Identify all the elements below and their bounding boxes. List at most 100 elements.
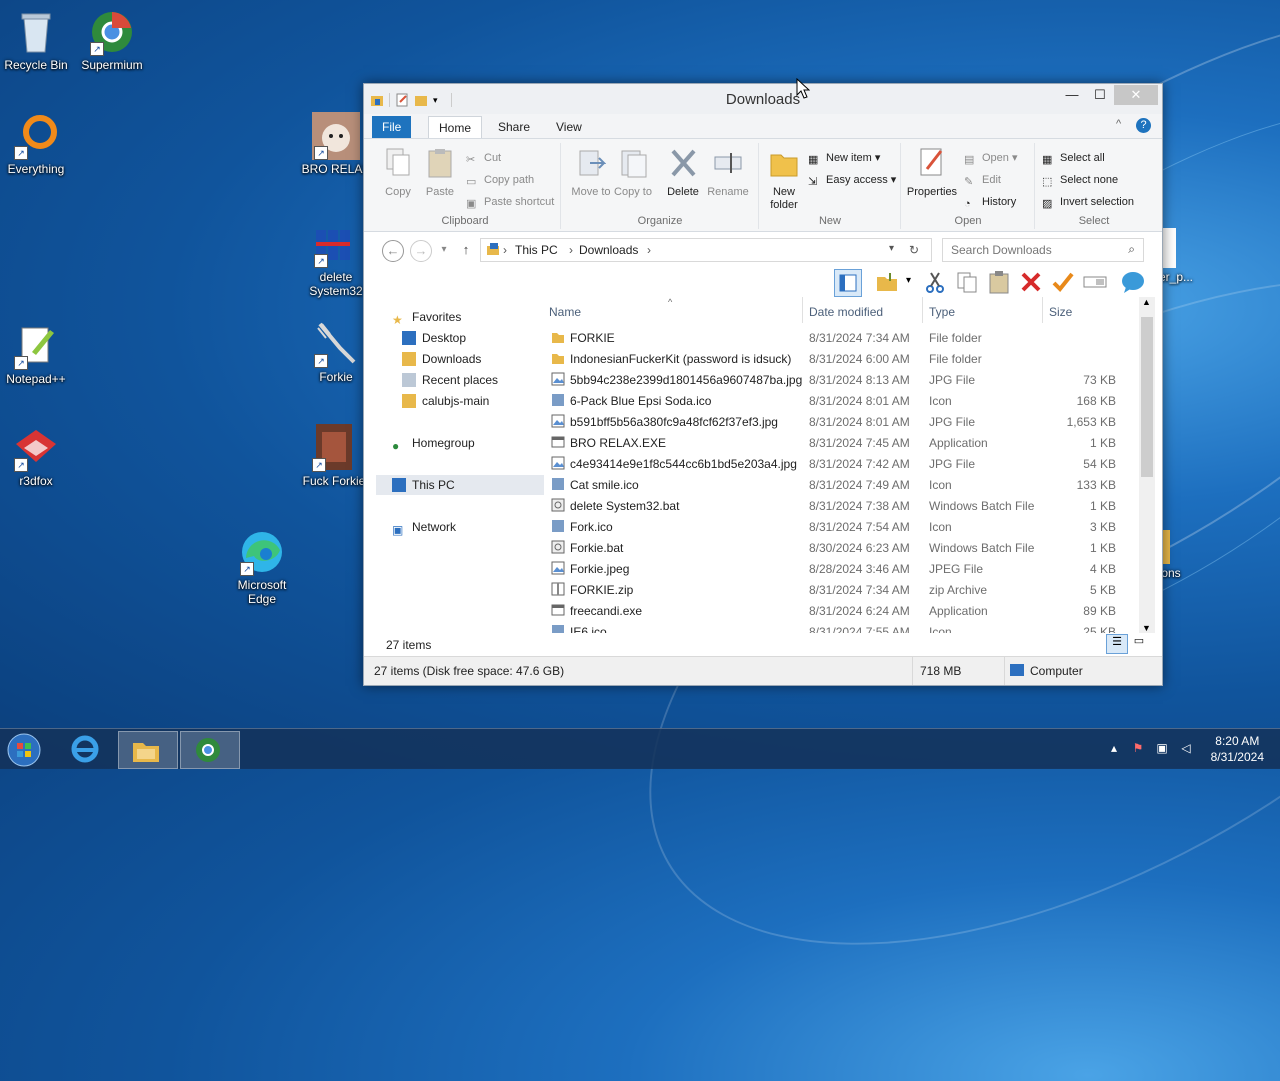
delete-x-red-icon[interactable] [1018, 269, 1044, 295]
taskbar-ie[interactable] [58, 731, 116, 767]
breadcrumb-downloads[interactable]: Downloads [579, 243, 638, 257]
desktop-icon-edge[interactable]: ↗ Microsoft Edge [226, 528, 298, 606]
copy-to-button[interactable]: Copy to [612, 147, 654, 199]
table-row[interactable]: FORKIE 8/31/2024 7:34 AM File folder [544, 327, 1138, 348]
system-clock[interactable]: 8:20 AM 8/31/2024 [1211, 733, 1264, 765]
column-header-name[interactable]: Name [549, 305, 581, 319]
back-button[interactable]: ← [382, 240, 404, 262]
nav-calubjs-main[interactable]: calubjs-main [402, 391, 528, 411]
invert-selection-button[interactable]: ▨ Invert selection [1042, 193, 1134, 211]
move-to-button[interactable]: Move to [570, 147, 612, 199]
table-row[interactable]: Cat smile.ico 8/31/2024 7:49 AM Icon 133 KB [544, 474, 1138, 495]
column-header-size[interactable]: Size [1049, 305, 1072, 319]
maximize-button[interactable]: ☐ [1086, 85, 1114, 105]
close-button[interactable]: ✕ [1114, 85, 1158, 105]
scroll-up-icon[interactable]: ▲ [1142, 297, 1151, 307]
details-view-icon[interactable]: ☰ [1106, 634, 1128, 654]
nav-network[interactable]: ▣ Network [392, 517, 528, 537]
copy-icon[interactable] [954, 269, 980, 295]
desktop-icon-bro-relax[interactable]: ↗ BRO RELAX [300, 112, 372, 176]
checkmark-icon[interactable] [1050, 269, 1076, 295]
properties-button[interactable]: Properties [906, 147, 958, 199]
desktop-icon-fuck-forkie[interactable]: ↗ Fuck Forkie [298, 424, 370, 488]
nav-favorites[interactable]: ★ Favorites [392, 307, 528, 327]
open-button[interactable]: ▤ Open ▾ [964, 149, 1018, 167]
desktop-icon-recycle-bin[interactable]: Recycle Bin [0, 8, 72, 72]
nav-recent-places[interactable]: Recent places [402, 370, 528, 390]
column-header-date[interactable]: Date modified [809, 305, 883, 319]
table-row[interactable]: Forkie.bat 8/30/2024 6:23 AM Windows Batch… [544, 537, 1138, 558]
large-icons-view-icon[interactable]: ▭ [1130, 634, 1148, 652]
nav-desktop[interactable]: Desktop [402, 328, 528, 348]
preview-pane-icon[interactable] [834, 269, 862, 297]
volume-muted-icon[interactable]: ◁ [1178, 741, 1194, 757]
table-row[interactable]: b591bff5b56a380fc9a48fcf62f37ef3.jpg 8/31… [544, 411, 1138, 432]
table-row[interactable]: Fork.ico 8/31/2024 7:54 AM Icon 3 KB [544, 516, 1138, 537]
forward-button[interactable]: → [410, 240, 432, 262]
rename-box-icon[interactable] [1082, 269, 1108, 295]
table-row[interactable]: IE6.ico 8/31/2024 7:55 AM Icon 25 KB [544, 621, 1138, 633]
table-row[interactable]: 5bb94c238e2399d1801456a9607487ba.jpg 8/31… [544, 369, 1138, 390]
scroll-down-icon[interactable]: ▼ [1142, 623, 1151, 633]
select-none-button[interactable]: ⬚ Select none [1042, 171, 1118, 189]
desktop-icon-notepadpp[interactable]: ↗ Notepad++ [0, 322, 72, 386]
clipboard-icon[interactable] [986, 269, 1012, 295]
copy-path-button[interactable]: ▭ Copy path [466, 171, 534, 189]
rename-button[interactable]: Rename [706, 147, 750, 199]
network-tray-icon[interactable]: ▣ [1154, 741, 1170, 757]
paste-button[interactable]: Paste [420, 147, 460, 199]
new-folder-button[interactable]: New folder [764, 147, 804, 212]
desktop-icon-everything[interactable]: ↗ Everything [0, 112, 72, 176]
up-button[interactable]: ↑ [456, 240, 476, 260]
collapse-ribbon-icon[interactable]: ^ [1116, 118, 1121, 130]
nav-homegroup[interactable]: ● Homegroup [392, 433, 528, 453]
paste-shortcut-button[interactable]: ▣ Paste shortcut [466, 193, 554, 211]
desktop-icon-r3dfox[interactable]: ↗ r3dfox [0, 424, 72, 488]
table-row[interactable]: delete System32.bat 8/31/2024 7:38 AM Wind… [544, 495, 1138, 516]
tab-home[interactable]: Home [428, 116, 483, 139]
address-bar[interactable]: › This PC › Downloads › ▾ ↻ [480, 238, 932, 262]
history-button[interactable]: ◔ History [964, 193, 1016, 211]
desktop-icon-forkie[interactable]: ↗ Forkie [300, 320, 372, 384]
scrollbar-thumb[interactable] [1141, 317, 1153, 477]
cut-button[interactable]: ✂ Cut [466, 149, 501, 167]
tab-share[interactable]: Share [488, 116, 540, 138]
start-button[interactable] [0, 731, 50, 767]
search-box[interactable]: Search Downloads ⌕ [942, 238, 1144, 262]
recent-locations-button[interactable]: ▾ [434, 240, 454, 260]
edit-button[interactable]: ✎ Edit [964, 171, 1001, 189]
table-row[interactable]: 6-Pack Blue Epsi Soda.ico 8/31/2024 8:01 … [544, 390, 1138, 411]
delete-button[interactable]: Delete [662, 147, 704, 199]
new-item-button[interactable]: ▦ New item ▾ [808, 149, 880, 167]
taskbar-file-explorer[interactable] [118, 731, 178, 769]
select-all-button[interactable]: ▦ Select all [1042, 149, 1105, 167]
chat-bubble-icon[interactable] [1120, 269, 1146, 295]
table-row[interactable]: BRO RELAX.EXE 8/31/2024 7:45 AM Applicatio… [544, 432, 1138, 453]
help-icon[interactable]: ? [1136, 118, 1151, 133]
vertical-scrollbar[interactable]: ▲ ▼ [1139, 297, 1155, 633]
table-row[interactable]: FORKIE.zip 8/31/2024 7:34 AM zip Archive 5 … [544, 579, 1138, 600]
copy-button[interactable]: Copy [378, 147, 418, 199]
column-header-type[interactable]: Type [929, 305, 955, 319]
nav-this-pc[interactable]: This PC [376, 475, 544, 495]
taskbar-supermium[interactable] [180, 731, 240, 769]
breadcrumb-this-pc[interactable]: This PC [515, 243, 558, 257]
nav-downloads[interactable]: Downloads [402, 349, 528, 369]
tab-file[interactable]: File [372, 116, 412, 138]
action-center-flag-icon[interactable]: ⚑ [1130, 741, 1146, 757]
tab-view[interactable]: View [546, 116, 592, 138]
table-row[interactable]: c4e93414e9e1f8c544cc6b1bd5e203a4.jpg 8/31… [544, 453, 1138, 474]
folder-options-dropdown-icon[interactable]: ▾ [906, 275, 911, 286]
title-bar[interactable]: ▾ Downloads — ☐ ✕ [364, 84, 1162, 114]
easy-access-button[interactable]: ⇲ Easy access ▾ [808, 171, 896, 189]
refresh-icon[interactable]: ↻ [909, 243, 919, 257]
minimize-button[interactable]: — [1058, 85, 1086, 105]
show-hidden-icons-icon[interactable]: ▴ [1106, 741, 1122, 757]
address-dropdown-icon[interactable]: ▾ [889, 243, 894, 254]
desktop-icon-supermium[interactable]: ↗ Supermium [76, 8, 148, 72]
table-row[interactable]: Forkie.jpeg 8/28/2024 3:46 AM JPEG File 4 K… [544, 558, 1138, 579]
scissors-icon[interactable] [922, 269, 948, 295]
desktop-icon-delete-system32[interactable]: ↗ delete System32 [300, 220, 372, 298]
folder-options-icon[interactable] [874, 269, 900, 295]
table-row[interactable]: IndonesianFuckerKit (password is idsuck)… [544, 348, 1138, 369]
